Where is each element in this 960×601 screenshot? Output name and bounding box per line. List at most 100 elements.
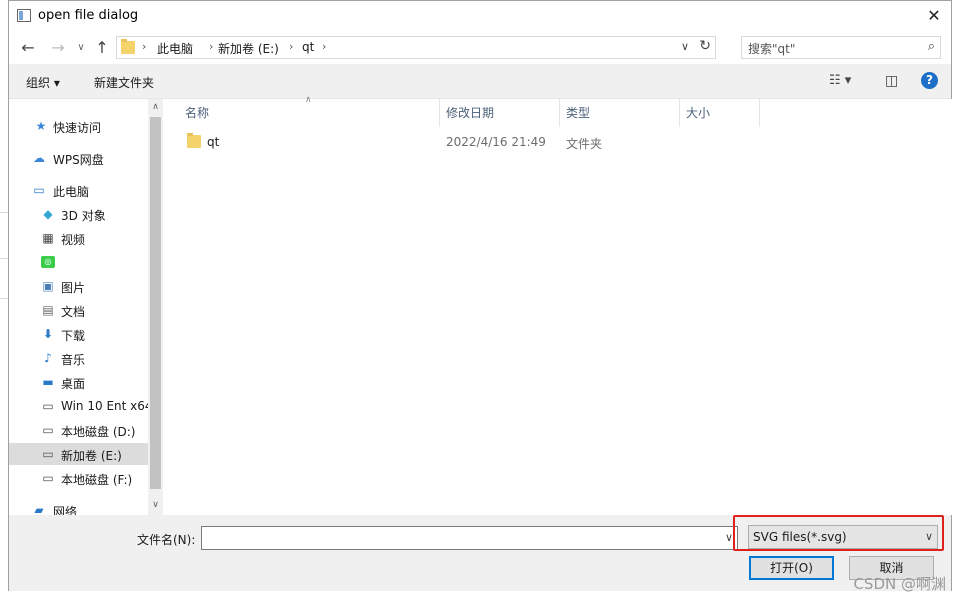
breadcrumb-separator: › (322, 40, 327, 53)
nav-item-pictures[interactable]: ▣ 图片 (9, 275, 148, 297)
drive-icon: ▭ (42, 447, 54, 461)
open-button[interactable]: 打开(O) (749, 556, 834, 580)
nav-item-documents[interactable]: ▤ 文档 (9, 299, 148, 321)
organize-menu[interactable]: 组织 ▾ (26, 74, 60, 91)
nav-item-desktop[interactable]: ▬ 桌面 (9, 371, 148, 393)
column-divider[interactable] (759, 99, 760, 127)
cloud-icon: ☁ (33, 151, 45, 165)
breadcrumb-separator: › (289, 40, 294, 53)
file-name[interactable]: qt (207, 135, 219, 149)
file-type: 文件夹 (566, 137, 603, 151)
breadcrumb-separator: › (142, 40, 147, 53)
breadcrumb-drive-e[interactable]: 新加卷 (E:) (218, 40, 279, 57)
background-divider (0, 298, 8, 299)
download-icon: ⬇ (42, 327, 54, 341)
breadcrumb-qt[interactable]: qt (302, 40, 314, 54)
breadcrumb-separator: › (209, 40, 214, 53)
scrollbar-thumb[interactable] (150, 117, 161, 489)
forward-button[interactable]: → (49, 39, 67, 57)
chevron-down-icon: ∨ (924, 530, 933, 543)
nav-item-drive-e[interactable]: ▭ 新加卷 (E:) (9, 443, 148, 465)
window-icon (17, 9, 31, 22)
watermark: CSDN @啊渊 (853, 575, 946, 593)
nav-item-3d-objects[interactable]: ◆ 3D 对象 (9, 203, 148, 225)
refresh-icon[interactable]: ↻ (699, 38, 711, 54)
arrow-left-icon: ← (21, 38, 35, 57)
chevron-down-icon[interactable]: ∨ (725, 531, 733, 544)
search-box[interactable]: 搜索"qt" ⌕ (741, 36, 941, 59)
arrow-right-icon: → (51, 38, 65, 57)
nav-item-quick-access[interactable]: ★ 快速访问 (9, 115, 148, 137)
nav-item-drive-f[interactable]: ▭ 本地磁盘 (F:) (9, 467, 148, 489)
nav-item-label: 下载 (61, 329, 86, 343)
picture-icon: ▣ (42, 279, 54, 293)
computer-icon: ▭ (33, 183, 45, 197)
navigation-scrollbar[interactable]: ∧ ∨ (148, 99, 163, 515)
title-bar: open file dialog ✕ (9, 1, 951, 32)
nav-item-label: 此电脑 (53, 185, 90, 199)
network-icon: ▰ (34, 503, 44, 515)
breadcrumb-this-pc[interactable]: 此电脑 (157, 40, 193, 57)
column-header-name[interactable]: 名称 (185, 104, 209, 121)
nav-item-label: 本地磁盘 (F:) (61, 473, 133, 487)
nav-item-downloads[interactable]: ⬇ 下载 (9, 323, 148, 345)
column-header-modified[interactable]: 修改日期 (446, 104, 494, 121)
desktop-icon: ▬ (42, 375, 54, 389)
help-icon[interactable]: ? (921, 72, 938, 89)
nav-item-videos[interactable]: ▦ 视频 (9, 227, 148, 249)
up-button[interactable]: ↑ (93, 39, 111, 57)
window-title: open file dialog (38, 8, 139, 23)
nav-item-win10-drive[interactable]: ▭ Win 10 Ent x64 (9, 395, 152, 417)
column-header-size[interactable]: 大小 (686, 104, 710, 121)
filename-field[interactable]: ∨ (201, 526, 738, 550)
search-input[interactable]: 搜索"qt" (748, 40, 795, 57)
column-divider[interactable] (439, 99, 440, 127)
close-icon: ✕ (927, 6, 941, 25)
back-button[interactable]: ← (19, 39, 37, 57)
scroll-up-icon[interactable]: ∧ (148, 102, 163, 112)
preview-pane-icon[interactable]: ◫ (885, 73, 898, 89)
column-header-type[interactable]: 类型 (566, 104, 590, 121)
new-folder-button[interactable]: 新建文件夹 (94, 74, 154, 91)
nav-item-label: 快速访问 (53, 121, 102, 135)
star-icon: ★ (35, 119, 47, 133)
nav-item-wps-drive[interactable]: ☁ WPS网盘 (9, 147, 148, 169)
bottom-panel: 文件名(N): ∨ SVG files(*.svg) ∨ 打开(O) 取消 (9, 515, 951, 591)
filetype-select[interactable]: SVG files(*.svg) ∨ (748, 525, 938, 549)
nav-item-drive-d[interactable]: ▭ 本地磁盘 (D:) (9, 419, 148, 441)
nav-item-label: 音乐 (61, 353, 86, 367)
column-divider[interactable] (679, 99, 680, 127)
cube-icon: ◆ (43, 207, 53, 221)
chevron-down-icon: ∨ (77, 42, 85, 53)
file-list: ∧ 名称 修改日期 类型 大小 qt 2022/4/16 21:49 文件夹 (163, 95, 952, 515)
drive-icon: ▭ (42, 471, 54, 485)
close-button[interactable]: ✕ (923, 5, 945, 27)
nav-item-app[interactable]: ◎ (9, 251, 148, 273)
toolbar: 组织 ▾ 新建文件夹 ☷ ▾ ◫ ? (9, 64, 951, 99)
drive-icon: ▭ (42, 423, 54, 437)
file-modified: 2022/4/16 21:49 (446, 135, 546, 149)
navigation-pane: ★ 快速访问 ☁ WPS网盘 ▭ 此电脑 ◆ 3D 对象 ▦ 视频 ◎ ▣ 图片… (9, 99, 163, 515)
nav-item-label: 新加卷 (E:) (61, 449, 122, 463)
column-divider[interactable] (559, 99, 560, 127)
open-file-dialog: open file dialog ✕ ← → ∨ ↑ › 此电脑 › 新加卷 (… (8, 0, 952, 591)
view-options-icon[interactable]: ☷ ▾ (829, 73, 851, 88)
recent-locations-button[interactable]: ∨ (72, 39, 90, 57)
music-icon: ♪ (44, 351, 52, 365)
nav-item-label: 文档 (61, 305, 86, 319)
nav-item-label: 桌面 (61, 377, 86, 391)
nav-item-label: Win 10 Ent x64 (61, 399, 153, 413)
scroll-down-icon[interactable]: ∨ (148, 500, 163, 510)
nav-item-label: 图片 (61, 281, 86, 295)
address-dropdown-icon[interactable]: ∨ (681, 40, 689, 53)
nav-item-label: 本地磁盘 (D:) (61, 425, 136, 439)
arrow-up-icon: ↑ (95, 38, 109, 57)
nav-item-label: 网络 (53, 505, 78, 515)
nav-item-this-pc[interactable]: ▭ 此电脑 (9, 179, 148, 201)
film-icon: ▦ (42, 231, 54, 245)
app-icon: ◎ (41, 256, 55, 268)
address-bar[interactable]: › 此电脑 › 新加卷 (E:) › qt › ∨ ↻ (116, 36, 716, 59)
nav-item-music[interactable]: ♪ 音乐 (9, 347, 148, 369)
search-icon: ⌕ (927, 39, 935, 54)
nav-item-network[interactable]: ▰ 网络 (9, 499, 148, 515)
